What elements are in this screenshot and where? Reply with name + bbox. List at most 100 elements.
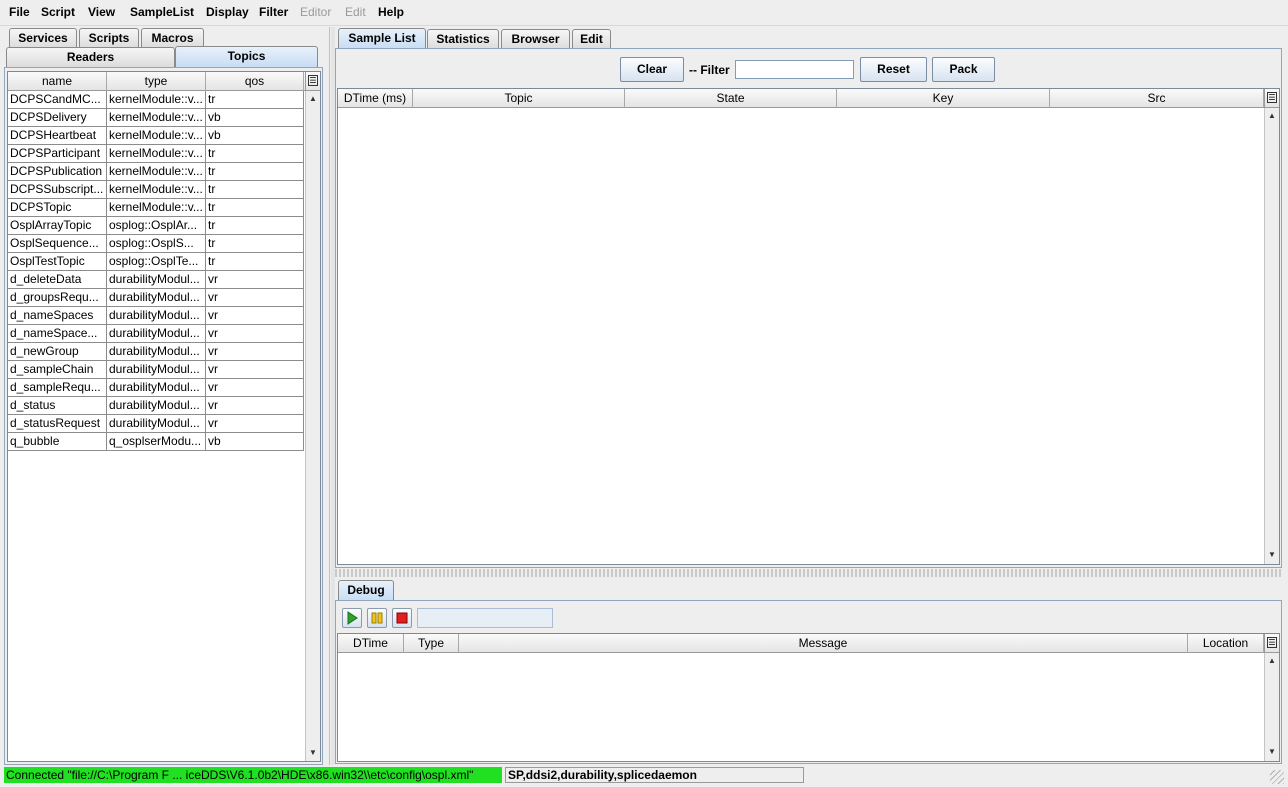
arrow-up-icon[interactable]: ▲ <box>1265 108 1279 124</box>
debug-scrollbar[interactable]: ▲ ▼ <box>1264 653 1279 761</box>
tab-debug[interactable]: Debug <box>338 580 394 601</box>
tab-services[interactable]: Services <box>9 28 77 48</box>
topic-name-cell: DCPSPublication <box>8 163 107 181</box>
table-row[interactable]: DCPSCandMC... kernelModule::v... tr <box>8 91 304 109</box>
column-header-location[interactable]: Location <box>1188 634 1264 653</box>
column-header-topic[interactable]: Topic <box>413 89 625 108</box>
column-header-dtime[interactable]: DTime (ms) <box>338 89 413 108</box>
table-row[interactable]: d_statusRequest durabilityModul... vr <box>8 415 304 433</box>
table-row[interactable]: OsplSequence... osplog::OsplS... tr <box>8 235 304 253</box>
tab-scripts[interactable]: Scripts <box>79 28 139 48</box>
table-row[interactable]: d_newGroup durabilityModul... vr <box>8 343 304 361</box>
table-row[interactable]: q_bubble q_osplserModu... vb <box>8 433 304 451</box>
table-row[interactable]: OsplTestTopic osplog::OsplTe... tr <box>8 253 304 271</box>
topic-name-cell: d_groupsRequ... <box>8 289 107 307</box>
table-row[interactable]: DCPSHeartbeat kernelModule::v... vb <box>8 127 304 145</box>
topic-name-cell: DCPSParticipant <box>8 145 107 163</box>
arrow-down-icon[interactable]: ▼ <box>306 745 320 761</box>
menu-display[interactable]: Display <box>206 5 249 19</box>
column-header-name[interactable]: name <box>8 72 107 91</box>
column-chooser-icon[interactable]: ☰ <box>1264 634 1279 653</box>
topics-table-body: DCPSCandMC... kernelModule::v... tr DCPSDel… <box>8 91 306 761</box>
table-row[interactable]: DCPSParticipant kernelModule::v... tr <box>8 145 304 163</box>
sample-table: DTime (ms) Topic State Key Src ☰ ▲ ▼ <box>337 88 1280 565</box>
play-button[interactable] <box>342 608 362 628</box>
pause-button[interactable] <box>367 608 387 628</box>
table-row[interactable]: d_sampleChain durabilityModul... vr <box>8 361 304 379</box>
topic-name-cell: d_deleteData <box>8 271 107 289</box>
column-header-message[interactable]: Message <box>459 634 1188 653</box>
column-chooser-icon[interactable]: ☰ <box>305 72 320 91</box>
topic-qos-cell: vb <box>206 109 304 127</box>
topic-type-cell: durabilityModul... <box>107 289 206 307</box>
tab-topics[interactable]: Topics <box>175 46 318 67</box>
topic-qos-cell: vr <box>206 361 304 379</box>
arrow-up-icon[interactable]: ▲ <box>306 91 320 107</box>
menu-editor: Editor <box>300 5 332 19</box>
column-header-type[interactable]: type <box>107 72 206 91</box>
menu-help[interactable]: Help <box>378 5 404 19</box>
topic-qos-cell: tr <box>206 91 304 109</box>
menu-script[interactable]: Script <box>41 5 75 19</box>
table-row[interactable]: d_nameSpaces durabilityModul... vr <box>8 307 304 325</box>
column-header-qos[interactable]: qos <box>206 72 304 91</box>
topic-qos-cell: tr <box>206 253 304 271</box>
tab-readers[interactable]: Readers <box>6 47 175 67</box>
pack-button[interactable]: Pack <box>932 57 995 82</box>
topic-type-cell: kernelModule::v... <box>107 163 206 181</box>
menu-edit: Edit <box>345 5 366 19</box>
table-row[interactable]: DCPSPublication kernelModule::v... tr <box>8 163 304 181</box>
topics-table: name type qos ☰ DCPSCandMC... kernelModul… <box>7 71 321 762</box>
tab-edit[interactable]: Edit <box>572 29 611 49</box>
column-header-key[interactable]: Key <box>837 89 1050 108</box>
column-header-type[interactable]: Type <box>404 634 459 653</box>
clear-button[interactable]: Clear <box>620 57 684 82</box>
play-icon <box>347 611 358 625</box>
topic-qos-cell: tr <box>206 217 304 235</box>
menu-view[interactable]: View <box>88 5 115 19</box>
reset-button[interactable]: Reset <box>860 57 927 82</box>
tab-sample-list[interactable]: Sample List <box>338 28 426 49</box>
table-row[interactable]: d_deleteData durabilityModul... vr <box>8 271 304 289</box>
arrow-up-icon[interactable]: ▲ <box>1265 653 1279 669</box>
column-header-state[interactable]: State <box>625 89 837 108</box>
menu-samplelist[interactable]: SampleList <box>130 5 194 19</box>
table-row[interactable]: d_status durabilityModul... vr <box>8 397 304 415</box>
table-row[interactable]: DCPSDelivery kernelModule::v... vb <box>8 109 304 127</box>
topic-type-cell: durabilityModul... <box>107 307 206 325</box>
column-header-src[interactable]: Src <box>1050 89 1264 108</box>
topic-qos-cell: vr <box>206 397 304 415</box>
horizontal-splitter[interactable] <box>335 569 1282 577</box>
table-row[interactable]: DCPSSubscript... kernelModule::v... tr <box>8 181 304 199</box>
menu-filter[interactable]: Filter <box>259 5 288 19</box>
topics-scrollbar[interactable]: ▲ ▼ <box>305 91 320 761</box>
resize-grip[interactable] <box>1270 770 1284 784</box>
table-row[interactable]: DCPSTopic kernelModule::v... tr <box>8 199 304 217</box>
topic-name-cell: DCPSHeartbeat <box>8 127 107 145</box>
topic-qos-cell: tr <box>206 181 304 199</box>
table-row[interactable]: d_sampleRequ... durabilityModul... vr <box>8 379 304 397</box>
column-chooser-icon[interactable]: ☰ <box>1264 89 1279 108</box>
topic-name-cell: d_statusRequest <box>8 415 107 433</box>
topic-qos-cell: vb <box>206 433 304 451</box>
table-row[interactable]: d_groupsRequ... durabilityModul... vr <box>8 289 304 307</box>
tab-browser[interactable]: Browser <box>501 29 570 49</box>
sample-table-header: DTime (ms) Topic State Key Src <box>338 89 1264 108</box>
topics-table-header: name type qos <box>8 72 306 91</box>
table-row[interactable]: d_nameSpace... durabilityModul... vr <box>8 325 304 343</box>
filter-input[interactable] <box>735 60 854 79</box>
topic-qos-cell: vr <box>206 325 304 343</box>
stop-button[interactable] <box>392 608 412 628</box>
pause-icon <box>371 612 383 624</box>
arrow-down-icon[interactable]: ▼ <box>1265 547 1279 563</box>
tab-statistics[interactable]: Statistics <box>427 29 499 49</box>
menu-file[interactable]: File <box>9 5 30 19</box>
tab-macros[interactable]: Macros <box>141 28 204 48</box>
arrow-down-icon[interactable]: ▼ <box>1265 744 1279 760</box>
topic-type-cell: kernelModule::v... <box>107 145 206 163</box>
sample-scrollbar[interactable]: ▲ ▼ <box>1264 108 1279 564</box>
debug-table: DTime Type Message Location ☰ ▲ ▼ <box>337 633 1280 762</box>
column-header-dtime[interactable]: DTime <box>338 634 404 653</box>
topic-name-cell: q_bubble <box>8 433 107 451</box>
table-row[interactable]: OsplArrayTopic osplog::OsplAr... tr <box>8 217 304 235</box>
